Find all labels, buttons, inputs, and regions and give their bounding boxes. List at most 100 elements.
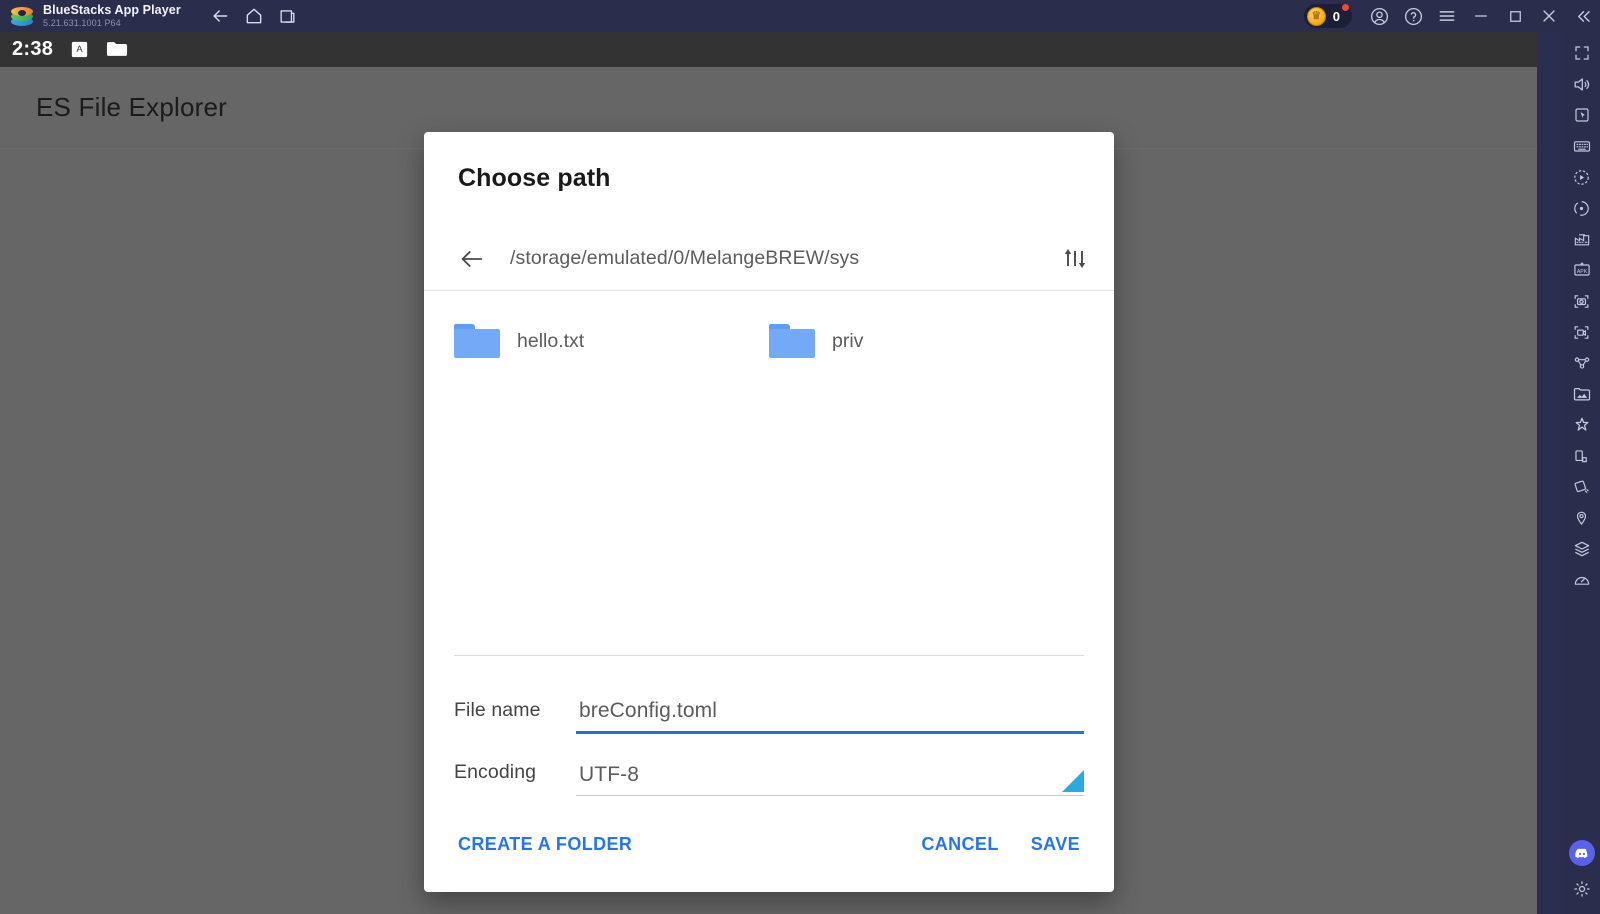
screen-record-button[interactable]	[1567, 317, 1597, 347]
pointer-square-icon	[1574, 108, 1589, 122]
app-name: BlueStacks App Player	[43, 2, 181, 17]
create-folder-button[interactable]: CREATE A FOLDER	[454, 826, 636, 863]
layers-icon	[1574, 541, 1589, 557]
list-item[interactable]: priv	[769, 313, 1084, 369]
encoding-label: Encoding	[454, 761, 537, 783]
sort-ascending-descending-icon	[1064, 248, 1086, 268]
path-bar: /storage/emulated/0/MelangeBREW/sys	[424, 227, 1114, 291]
titlebar-nav	[205, 3, 303, 29]
filename-input-wrap[interactable]: breConfig.toml	[576, 699, 1084, 734]
folder-icon	[769, 324, 815, 358]
titlebar-right-controls: ♛ 0	[1303, 0, 1600, 32]
speaker-icon	[1574, 77, 1590, 91]
notification-dot	[1342, 4, 1349, 11]
script-button[interactable]	[1567, 193, 1597, 223]
keyboard-controls-button[interactable]	[1567, 131, 1597, 161]
gear-icon	[1573, 881, 1590, 897]
eco-mode-button[interactable]	[1567, 224, 1597, 254]
apk-icon: APK	[1573, 262, 1590, 276]
current-path: /storage/emulated/0/MelangeBREW/sys	[510, 247, 860, 269]
dropdown-caret-icon[interactable]	[1062, 770, 1084, 792]
macro-recorder-button[interactable]	[1567, 162, 1597, 192]
collapse-sidebar-button[interactable]	[1566, 0, 1600, 32]
right-toolbar: APK	[1563, 32, 1600, 914]
svg-text:APK: APK	[1576, 269, 1587, 275]
maximize-icon	[1509, 10, 1521, 22]
performance-button[interactable]	[1567, 565, 1597, 595]
keyboard-indicator-icon: A	[71, 41, 88, 58]
list-item-label: priv	[832, 329, 864, 352]
close-icon	[1543, 10, 1555, 22]
back-button[interactable]	[205, 3, 235, 29]
home-icon	[246, 8, 262, 24]
window-title-block: BlueStacks App Player 5.21.631.1001 P64	[43, 2, 181, 29]
location-button[interactable]	[1567, 503, 1597, 533]
dialog-form: File name breConfig.toml Encoding UTF-8	[424, 655, 1114, 796]
factory-icon	[1574, 234, 1589, 246]
tilt-button[interactable]	[1567, 472, 1597, 502]
list-item-label: hello.txt	[517, 329, 585, 352]
rotate-circle-icon	[1574, 200, 1589, 216]
filename-underline	[576, 731, 1084, 734]
video-record-icon	[1574, 325, 1589, 339]
encoding-underline	[576, 795, 1084, 796]
help-button[interactable]	[1396, 0, 1430, 32]
title-bar: BlueStacks App Player 5.21.631.1001 P64	[0, 0, 1600, 32]
rotate-button[interactable]	[1567, 441, 1597, 471]
bluestacks-window: BlueStacks App Player 5.21.631.1001 P64	[0, 0, 1600, 914]
filename-input[interactable]: breConfig.toml	[576, 699, 1084, 731]
folder-icon	[454, 324, 500, 358]
android-status-bar: 2:38 A	[0, 32, 1537, 67]
maximize-button[interactable]	[1498, 0, 1532, 32]
speedometer-icon	[1574, 576, 1589, 585]
close-button[interactable]	[1532, 0, 1566, 32]
sync-instances-icon	[1574, 357, 1589, 369]
fullscreen-icon	[1574, 46, 1589, 60]
media-manager-button[interactable]	[1567, 379, 1597, 409]
volume-button[interactable]	[1567, 69, 1597, 99]
hamburger-icon	[1439, 11, 1455, 21]
user-circle-icon	[1370, 7, 1388, 25]
dialog-right-actions: CANCEL SAVE	[917, 826, 1084, 863]
multi-instance-sync-button[interactable]	[1567, 348, 1597, 378]
menu-button[interactable]	[1430, 0, 1464, 32]
filename-label: File name	[454, 699, 541, 721]
settings-button[interactable]	[1567, 874, 1597, 904]
arrow-left-icon	[461, 250, 483, 267]
account-button[interactable]	[1362, 0, 1396, 32]
shake-button[interactable]	[1567, 410, 1597, 440]
install-apk-button[interactable]: APK	[1567, 255, 1597, 285]
page-title: ES File Explorer	[36, 92, 228, 122]
encoding-select-wrap[interactable]: UTF-8	[576, 763, 1084, 796]
screenshot-button[interactable]	[1567, 286, 1597, 316]
tilt-icon	[1574, 480, 1589, 493]
path-back-button[interactable]	[454, 241, 490, 277]
svg-text:A: A	[77, 44, 84, 54]
choose-path-dialog: Choose path /storage/emulated/0/MelangeB…	[424, 132, 1114, 892]
coin-balance-button[interactable]: ♛ 0	[1303, 4, 1352, 28]
folder-indicator-icon	[106, 41, 128, 58]
layers-button[interactable]	[1567, 534, 1597, 564]
cancel-button[interactable]: CANCEL	[917, 826, 1002, 863]
dialog-actions: CREATE A FOLDER CANCEL SAVE	[424, 796, 1114, 892]
android-screen: 2:38 A ES File Explorer Choose path /sto…	[0, 32, 1537, 914]
rotate-device-icon	[1575, 449, 1587, 462]
encoding-select[interactable]: UTF-8	[576, 763, 1084, 795]
multi-instance-button[interactable]	[273, 3, 303, 29]
minimize-icon	[1475, 15, 1487, 17]
save-button[interactable]: SAVE	[1027, 826, 1084, 863]
fullscreen-button[interactable]	[1567, 38, 1597, 68]
home-button[interactable]	[239, 3, 269, 29]
list-item[interactable]: hello.txt	[454, 313, 769, 369]
location-pin-icon	[1576, 511, 1587, 525]
question-circle-icon	[1404, 7, 1422, 25]
minimize-button[interactable]	[1464, 0, 1498, 32]
encoding-row: Encoding UTF-8	[454, 734, 1084, 796]
keymapping-cursor-button[interactable]	[1567, 100, 1597, 130]
discord-button[interactable]	[1568, 840, 1595, 866]
form-divider	[454, 655, 1084, 656]
dialog-title: Choose path	[458, 164, 611, 192]
sort-button[interactable]	[1056, 241, 1094, 277]
play-circle-icon	[1574, 169, 1589, 185]
status-bar-clock: 2:38	[12, 38, 54, 60]
